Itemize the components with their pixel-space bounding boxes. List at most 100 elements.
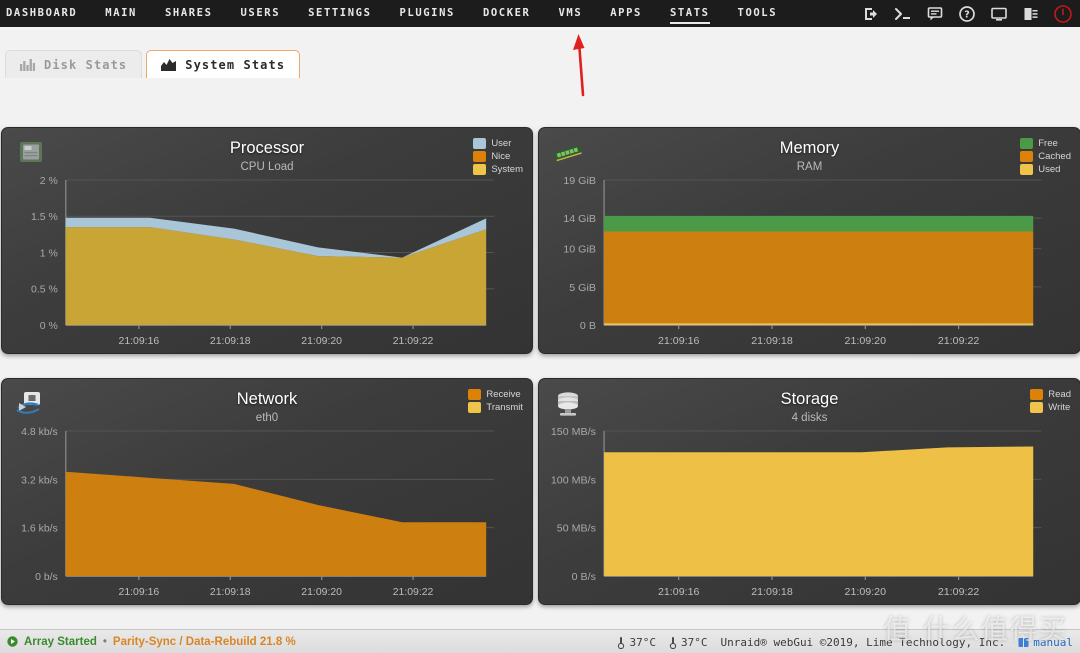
svg-text:?: ?: [964, 9, 970, 20]
svg-text:19 GiB: 19 GiB: [563, 175, 596, 187]
footer-right-group: 37°C 37°C Unraid® webGui ©2019, Lime Tec…: [617, 630, 1073, 653]
legend-swatch: [468, 402, 482, 413]
svg-text:21:09:18: 21:09:18: [210, 587, 251, 598]
panel-processor: Processor CPU Load User Nice System 0 % 0.5 % 1…: [1, 127, 533, 354]
svg-text:10 GiB: 10 GiB: [563, 244, 596, 256]
legend-item: Transmit: [468, 402, 523, 413]
nav-item-docker[interactable]: DOCKER: [469, 0, 545, 27]
panel-storage: Storage 4 disks Read Write 0 B/s 50 MB/s 100 M…: [538, 378, 1080, 605]
nav-item-users[interactable]: USERS: [227, 0, 295, 27]
bar-chart-icon: [20, 59, 35, 71]
unraid-webgui: DASHBOARD MAIN SHARES USERS SETTINGS PLUGINS D…: [0, 0, 1080, 653]
svg-text:21:09:20: 21:09:20: [301, 336, 342, 347]
svg-text:1.5 %: 1.5 %: [31, 212, 58, 223]
svg-text:14 GiB: 14 GiB: [563, 213, 596, 225]
svg-text:21:09:22: 21:09:22: [938, 586, 980, 598]
svg-text:100 MB/s: 100 MB/s: [551, 474, 596, 486]
legend-label: Cached: [1038, 151, 1071, 162]
stats-panel-grid: Processor CPU Load User Nice System 0 % 0.5 % 1…: [0, 127, 1080, 612]
svg-text:0 B/s: 0 B/s: [572, 571, 596, 583]
legend-swatch: [1030, 402, 1044, 413]
temperature-reading-1: 37°C: [617, 636, 656, 649]
svg-text:21:09:22: 21:09:22: [393, 336, 434, 347]
svg-text:150 MB/s: 150 MB/s: [551, 426, 596, 438]
svg-text:21:09:16: 21:09:16: [119, 587, 160, 598]
legend-swatch: [1030, 389, 1044, 400]
nav-item-dashboard[interactable]: DASHBOARD: [0, 0, 91, 27]
nav-item-settings[interactable]: SETTINGS: [294, 0, 385, 27]
panel-legend: Receive Transmit: [468, 389, 523, 413]
manual-link[interactable]: manual: [1033, 636, 1073, 649]
stats-tab-bar: Disk Stats System Stats: [5, 48, 301, 78]
network-icon: [15, 390, 47, 418]
panel-title: Processor: [229, 139, 305, 157]
legend-swatch: [1020, 151, 1034, 162]
array-status-text: Array Started: [24, 635, 97, 648]
terminal-icon[interactable]: [894, 5, 912, 23]
svg-text:4.8 kb/s: 4.8 kb/s: [21, 427, 58, 438]
nav-item-shares[interactable]: SHARES: [151, 0, 227, 27]
svg-text:1 %: 1 %: [40, 248, 58, 259]
svg-text:0 %: 0 %: [40, 321, 58, 332]
tab-system-stats[interactable]: System Stats: [146, 50, 301, 78]
nav-item-main[interactable]: MAIN: [91, 0, 151, 27]
top-navigation-bar: DASHBOARD MAIN SHARES USERS SETTINGS PLUGINS D…: [0, 0, 1080, 27]
legend-label: Free: [1038, 138, 1058, 149]
nav-item-stats[interactable]: STATS: [656, 0, 724, 27]
svg-text:0 B: 0 B: [580, 320, 596, 332]
tab-disk-stats[interactable]: Disk Stats: [5, 50, 143, 78]
log-icon[interactable]: [1022, 5, 1040, 23]
logout-icon[interactable]: [862, 5, 880, 23]
chart-area: 0 B/s 50 MB/s 100 MB/s 150 MB/s 21:09:16 21:0…: [539, 419, 1080, 604]
legend-item: Free: [1020, 138, 1071, 149]
temperature-value-2: 37°C: [680, 635, 708, 649]
chart-area: 0 % 0.5 % 1 % 1.5 % 2 % 21:09:16 21:09:18 21:09…: [2, 168, 532, 353]
legend-swatch: [468, 389, 482, 400]
legend-item: Write: [1030, 402, 1071, 413]
disks-icon: [552, 390, 584, 418]
thermometer-icon: [618, 636, 625, 649]
svg-text:0.5 %: 0.5 %: [31, 285, 58, 296]
legend-label: Transmit: [486, 402, 523, 413]
legend-item: Nice: [473, 151, 523, 162]
footer-left-group: Array Started • Parity-Sync / Data-Rebui…: [0, 636, 296, 648]
thermometer-icon: [669, 636, 677, 649]
panel-memory: Memory RAM Free Cached Used 0 B5 GiB 10 GiB 14 …: [538, 127, 1080, 354]
red-arrow-annotation: [573, 34, 585, 97]
panel-title: Memory: [779, 139, 840, 157]
svg-text:21:09:20: 21:09:20: [301, 587, 342, 598]
panel-title: Network: [236, 390, 298, 408]
legend-item: Cached: [1020, 151, 1071, 162]
svg-text:21:09:18: 21:09:18: [751, 586, 793, 598]
legend-item: Receive: [468, 389, 523, 400]
nav-item-vms[interactable]: VMS: [544, 0, 596, 27]
display-icon[interactable]: [990, 5, 1008, 23]
parity-status-text[interactable]: Parity-Sync / Data-Rebuild 21.8 %: [113, 636, 296, 648]
nav-item-apps[interactable]: APPS: [596, 0, 656, 27]
panel-legend: Read Write: [1030, 389, 1071, 413]
nav-icon-group: ?: [862, 0, 1072, 27]
legend-swatch: [473, 151, 487, 162]
legend-label: User: [491, 138, 512, 149]
chat-icon[interactable]: [926, 5, 944, 23]
legend-swatch: [1020, 138, 1034, 149]
svg-text:21:09:16: 21:09:16: [658, 335, 700, 347]
svg-text:0 b/s: 0 b/s: [35, 572, 58, 583]
book-icon: [1018, 637, 1029, 647]
panel-title: Storage: [780, 390, 839, 408]
help-icon[interactable]: ?: [958, 5, 976, 23]
svg-text:21:09:20: 21:09:20: [845, 586, 887, 598]
svg-text:21:09:22: 21:09:22: [938, 335, 980, 347]
chart-area: 0 b/s 1.6 kb/s 3.2 kb/s 4.8 kb/s 21:09:16 21:…: [2, 419, 532, 604]
power-icon[interactable]: [1054, 4, 1072, 23]
chart-area: 0 B 5 GiB 10 GiB 14 GiB 19 GiB 21:09:16 21:09:…: [539, 168, 1080, 353]
manual-link-group[interactable]: manual: [1018, 636, 1073, 649]
svg-text:21:09:16: 21:09:16: [658, 586, 700, 598]
nav-item-plugins[interactable]: PLUGINS: [386, 0, 469, 27]
nav-item-tools[interactable]: TOOLS: [724, 0, 792, 27]
svg-text:21:09:18: 21:09:18: [751, 335, 793, 347]
svg-text:21:09:22: 21:09:22: [393, 587, 434, 598]
tab-system-stats-label: System Stats: [185, 57, 286, 72]
svg-text:5 GiB: 5 GiB: [569, 282, 596, 294]
legend-label: Nice: [491, 151, 511, 162]
